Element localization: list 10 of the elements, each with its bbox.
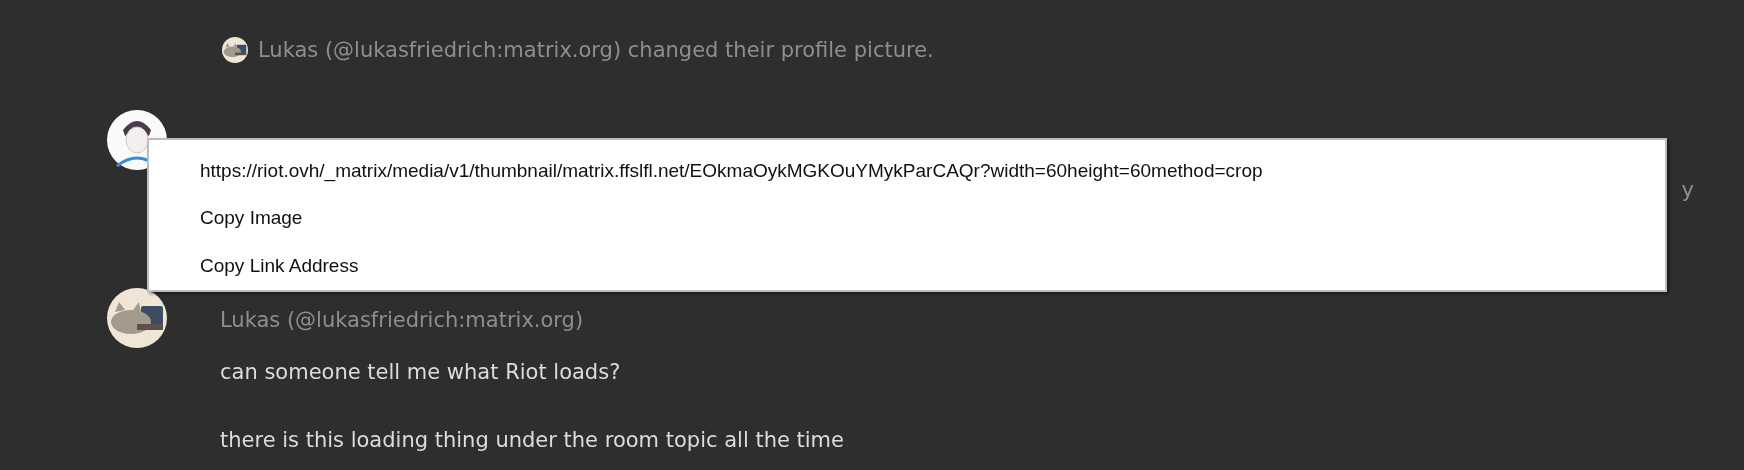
cat-avatar [107,288,167,348]
menu-item[interactable]: Copy Image [149,195,1665,243]
sender-name[interactable]: Lukas (@lukasfriedrich:matrix.org) [220,305,1744,335]
message-text: can someone tell me what Riot loads? [220,359,622,386]
membership-event-text: Lukas (@lukasfriedrich:matrix.org) changed their profile picture. [258,38,934,62]
menu-item[interactable]: https://riot.ovh/_matrix/media/v1/thumbnail/matrix.ffslfl.net/EOkmaOykMGKOuYMykParCAQr?width=60height=60method=crop [149,148,1665,196]
message-text: there is this loading thing under the room topic all the time [220,427,845,454]
message-text: y [1681,177,1694,204]
cat-avatar [222,37,248,63]
menu-item[interactable]: Copy Link Address [149,242,1665,290]
